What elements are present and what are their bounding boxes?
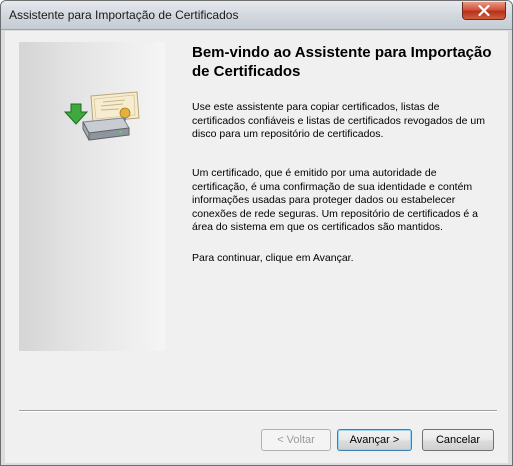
window-title: Assistente para Importação de Certificad…	[9, 8, 239, 22]
continue-instruction: Para continuar, clique em Avançar.	[192, 252, 354, 264]
certificate-description-paragraph: Um certificado, que é emitido por uma au…	[192, 167, 478, 233]
close-button[interactable]	[462, 2, 506, 20]
import-wizard-window: Assistente para Importação de Certificad…	[0, 0, 513, 466]
cancel-button[interactable]: Cancelar	[422, 429, 494, 451]
back-button[interactable]: < Voltar	[261, 429, 331, 451]
certificate-import-icon	[63, 91, 140, 141]
welcome-side-panel	[19, 42, 165, 351]
title-bar[interactable]: Assistente para Importação de Certificad…	[1, 1, 512, 30]
close-icon	[478, 5, 490, 16]
intro-paragraph: Use este assistente para copiar certific…	[192, 101, 485, 140]
page-title: Bem-vindo ao Assistente para Importação …	[192, 44, 492, 80]
next-button[interactable]: Avançar >	[337, 429, 412, 451]
footer-separator	[19, 410, 497, 412]
wizard-client-area: Bem-vindo ao Assistente para Importação …	[5, 31, 508, 463]
